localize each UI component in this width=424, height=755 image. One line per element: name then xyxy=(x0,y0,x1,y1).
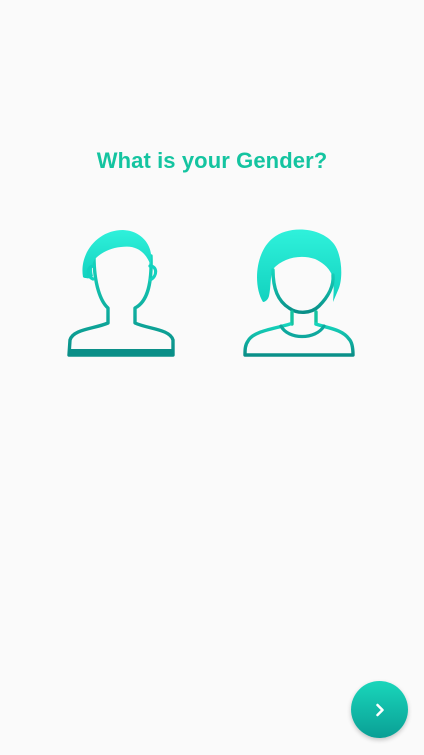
next-button[interactable] xyxy=(351,681,408,738)
male-avatar-icon xyxy=(67,230,175,357)
female-avatar-icon xyxy=(243,229,355,357)
chevron-right-icon xyxy=(375,703,384,716)
female-option[interactable] xyxy=(239,228,359,358)
male-option[interactable] xyxy=(61,228,181,358)
gender-question: What is your Gender? xyxy=(96,148,328,173)
